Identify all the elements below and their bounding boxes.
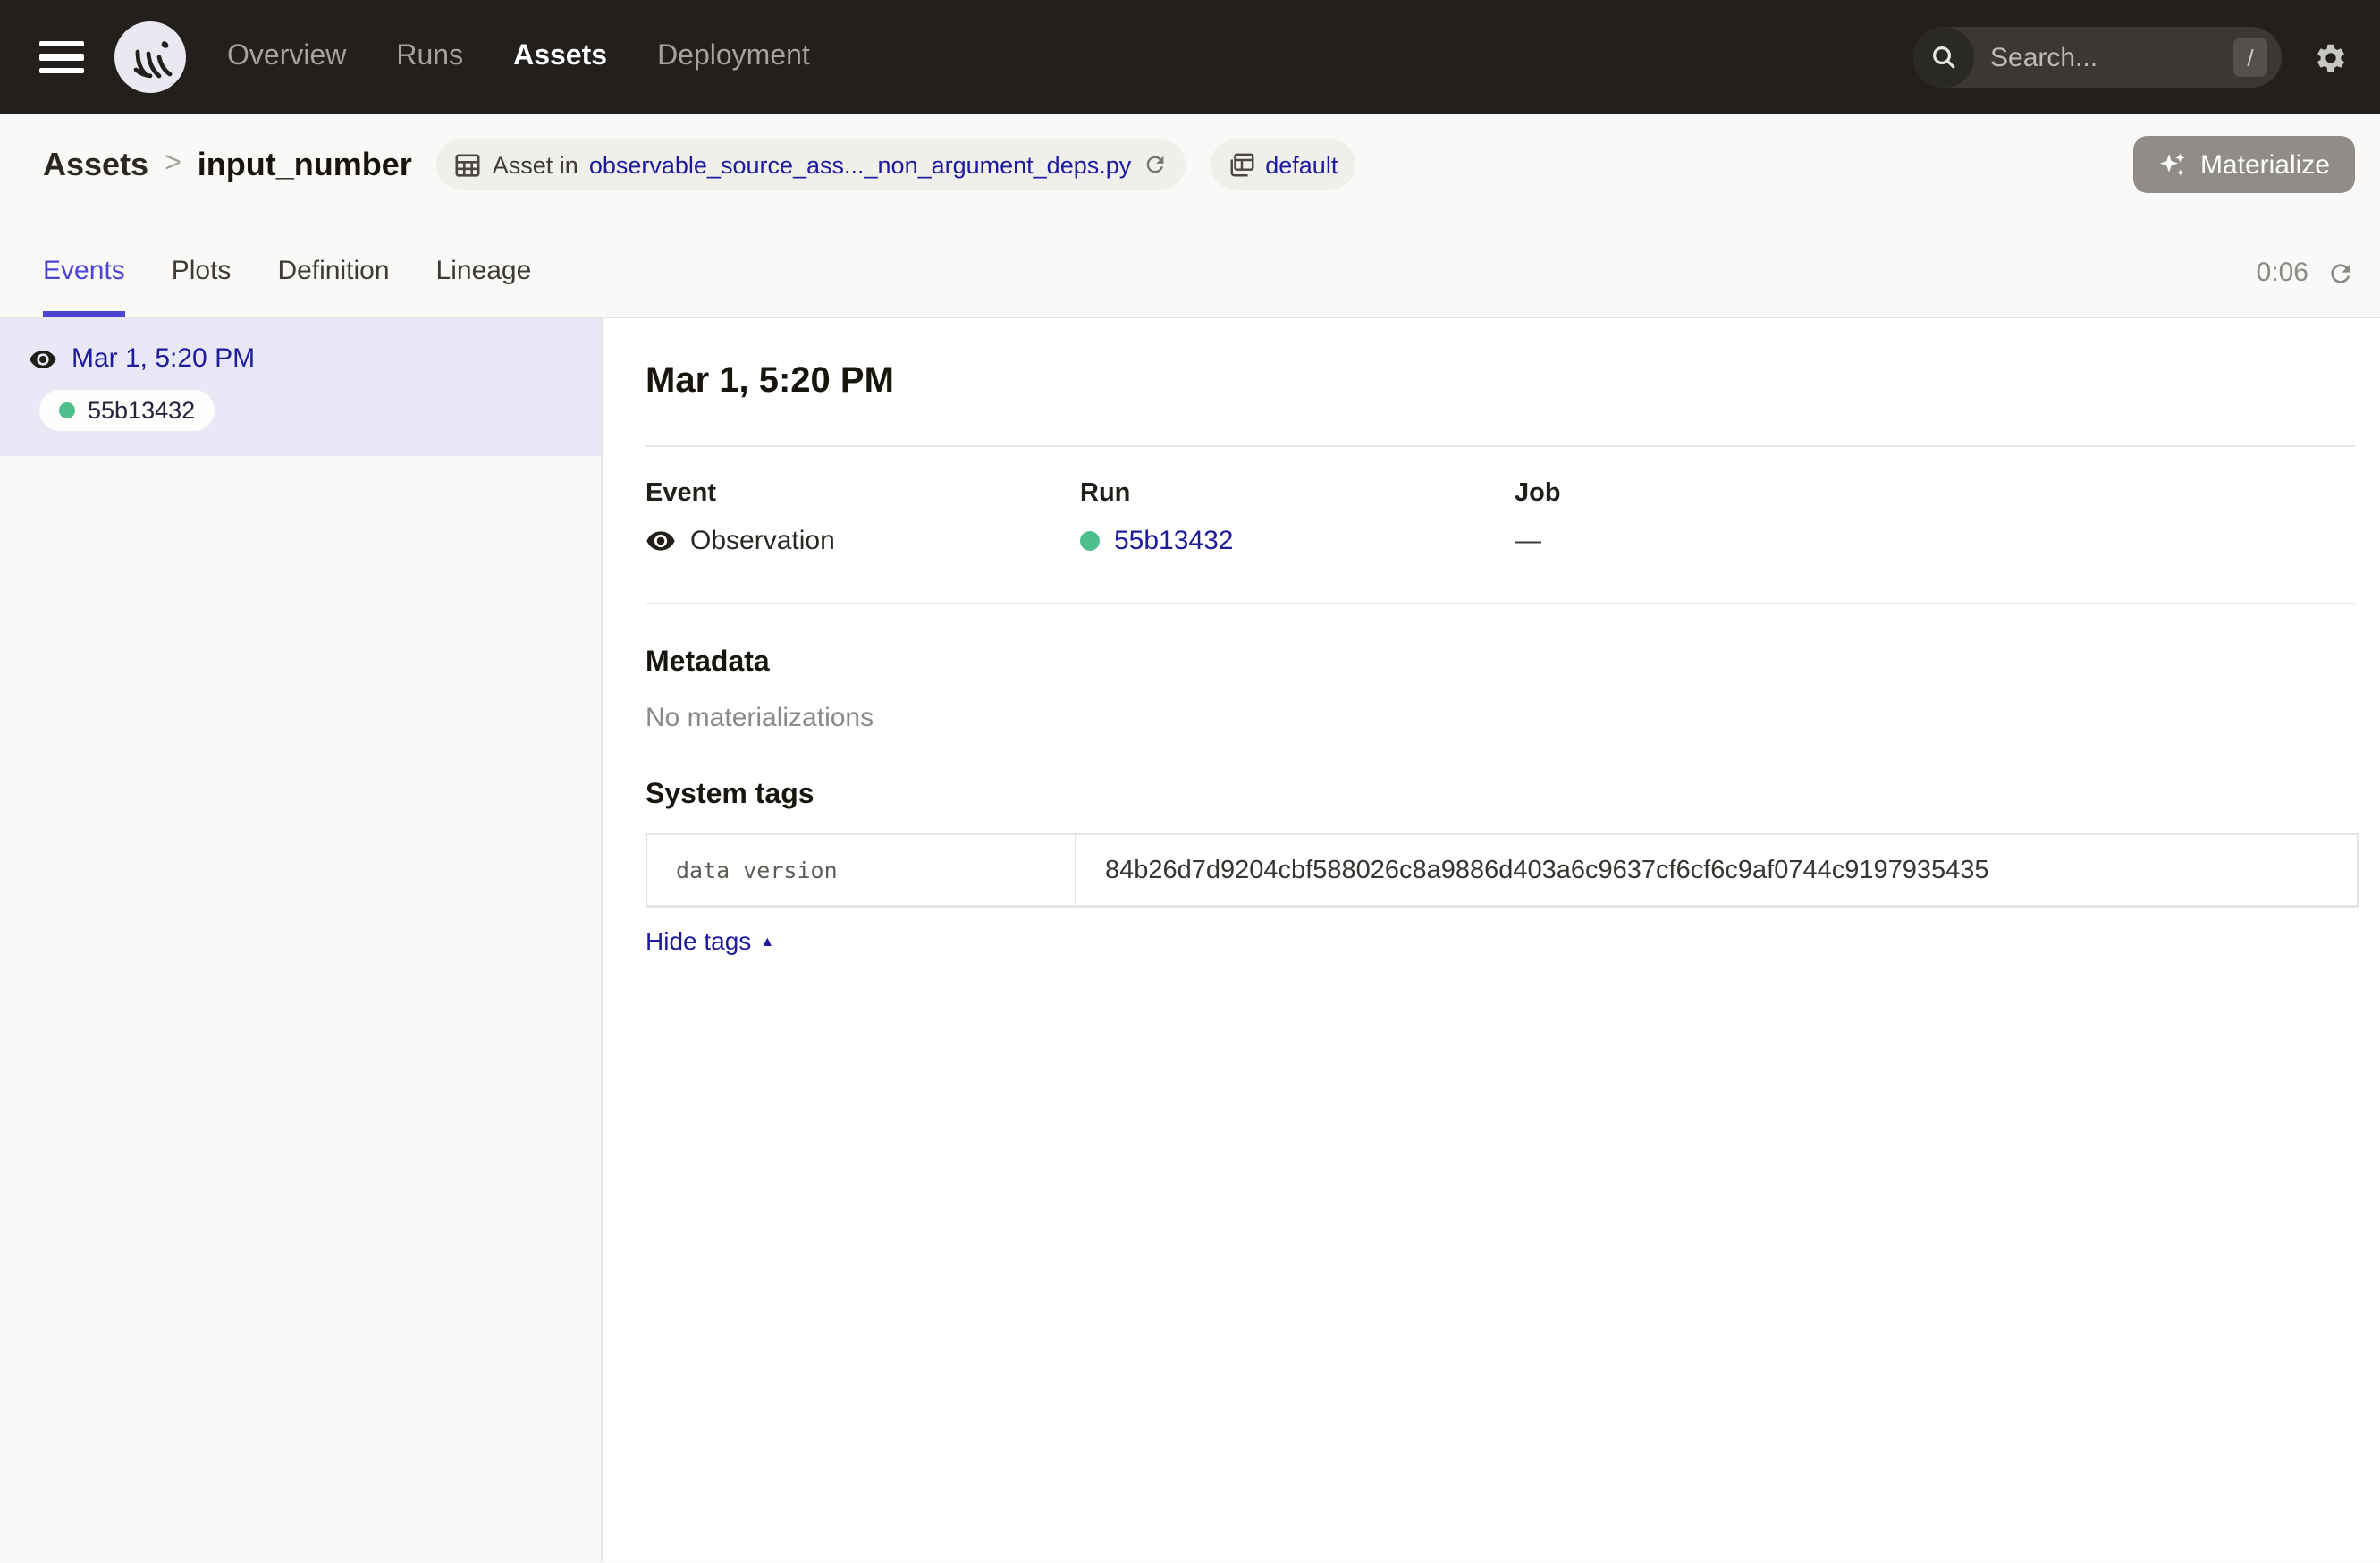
run-id-link[interactable]: 55b13432	[1114, 526, 1234, 556]
hide-tags-label: Hide tags	[646, 926, 751, 955]
divider	[646, 603, 2355, 604]
job-empty-value: —	[1515, 526, 1541, 556]
search-placeholder: Search...	[1990, 42, 2233, 72]
refresh-icon[interactable]	[2326, 258, 2355, 287]
tag-key-cell: data_version	[646, 834, 1076, 906]
table-row: data_version 84b26d7d9204cbf588026c8a988…	[646, 834, 2358, 906]
system-tags-table: data_version 84b26d7d9204cbf588026c8a988…	[646, 833, 2359, 907]
run-column-label: Run	[1080, 479, 1515, 508]
main-nav: Overview Runs Assets Deployment	[227, 41, 810, 73]
caret-up-icon: ▲	[760, 933, 774, 949]
nav-item-runs[interactable]: Runs	[396, 41, 463, 73]
tag-value-cell: 84b26d7d9204cbf588026c8a9886d403a6c9637c…	[1076, 834, 2358, 906]
breadcrumb-separator: >	[165, 148, 181, 181]
event-column-label: Event	[646, 479, 1080, 508]
nav-item-deployment[interactable]: Deployment	[657, 41, 810, 73]
asset-pill-prefix: Asset in	[493, 151, 578, 178]
metadata-empty-text: No materializations	[646, 703, 2355, 733]
asset-tabs-row: Events Plots Definition Lineage 0:06	[0, 215, 2380, 318]
divider	[646, 445, 2355, 447]
settings-gear-icon[interactable]	[2314, 40, 2348, 74]
sparkle-icon	[2159, 150, 2188, 179]
materialize-button[interactable]: Materialize	[2134, 136, 2355, 193]
run-id-badge-label: 55b13432	[88, 397, 195, 424]
search-shortcut-badge: /	[2233, 38, 2267, 77]
tab-plots[interactable]: Plots	[172, 256, 232, 317]
asset-definition-pill[interactable]: Asset in observable_source_ass..._non_ar…	[437, 139, 1185, 190]
code-location-link[interactable]: default	[1265, 151, 1338, 178]
event-detail-panel: Mar 1, 5:20 PM Event Observation Run	[603, 318, 2380, 1561]
asset-header-row: Assets > input_number Asset in observabl…	[0, 114, 2380, 215]
code-location-pill[interactable]: default	[1210, 139, 1355, 190]
tab-lineage[interactable]: Lineage	[436, 256, 532, 317]
hide-tags-link[interactable]: Hide tags ▲	[646, 926, 774, 955]
materialize-button-label: Materialize	[2200, 149, 2330, 180]
run-success-dot-icon	[59, 402, 75, 418]
refresh-countdown: 0:06	[2257, 258, 2308, 288]
event-list-sidebar: Mar 1, 5:20 PM 55b13432	[0, 318, 603, 1561]
tab-events[interactable]: Events	[43, 256, 125, 317]
job-column-label: Job	[1515, 479, 1949, 508]
asset-tabs: Events Plots Definition Lineage	[43, 256, 531, 317]
event-timestamp: Mar 1, 5:20 PM	[72, 343, 255, 374]
metadata-heading: Metadata	[646, 647, 2355, 680]
event-type-value: Observation	[690, 526, 835, 556]
nav-item-assets[interactable]: Assets	[513, 41, 607, 73]
system-tags-heading: System tags	[646, 780, 2355, 812]
nav-item-overview[interactable]: Overview	[227, 41, 346, 73]
run-success-dot-icon	[1080, 531, 1100, 551]
breadcrumb-assets-link[interactable]: Assets	[43, 146, 148, 183]
run-id-badge[interactable]: 55b13432	[39, 390, 215, 431]
repo-location-icon	[1228, 151, 1254, 178]
search-icon	[1913, 27, 1974, 88]
search-input[interactable]: Search... /	[1913, 27, 2282, 88]
hamburger-menu-icon[interactable]	[39, 41, 84, 73]
dagster-logo-icon[interactable]	[113, 20, 188, 95]
app-window: Overview Runs Assets Deployment Search..…	[0, 0, 2380, 1563]
observation-eye-icon	[646, 526, 676, 556]
top-navbar: Overview Runs Assets Deployment Search..…	[0, 0, 2380, 114]
tab-definition[interactable]: Definition	[277, 256, 389, 317]
asset-definition-link[interactable]: observable_source_ass..._non_argument_de…	[589, 151, 1131, 178]
table-grid-icon	[455, 151, 482, 178]
observation-eye-icon	[29, 344, 57, 373]
breadcrumb-asset-name: input_number	[198, 146, 412, 183]
event-detail-title: Mar 1, 5:20 PM	[646, 361, 2355, 402]
reload-definition-icon[interactable]	[1142, 152, 1167, 177]
event-list-item[interactable]: Mar 1, 5:20 PM 55b13432	[0, 318, 601, 456]
